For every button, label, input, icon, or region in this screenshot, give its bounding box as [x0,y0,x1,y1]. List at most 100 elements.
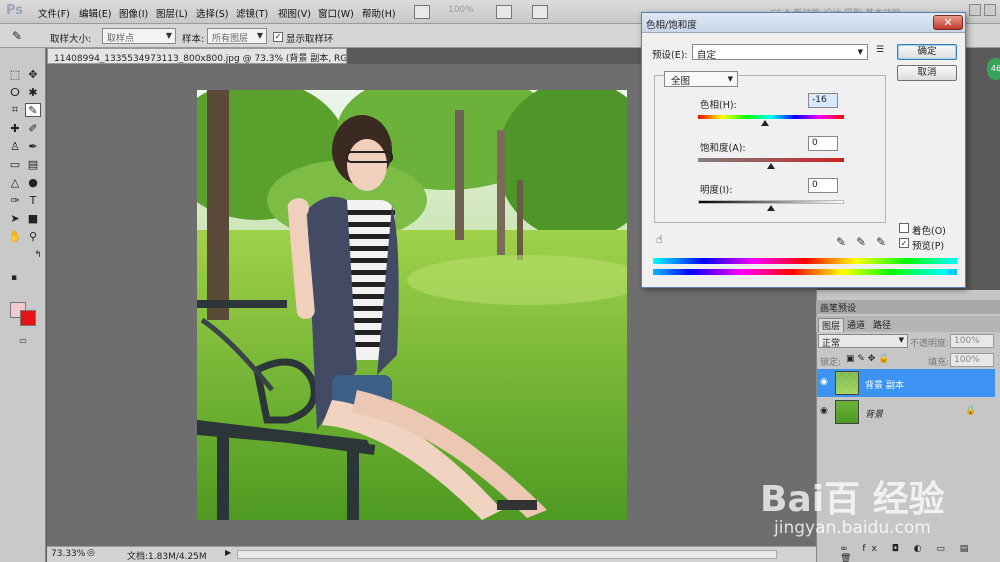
background-color-swatch[interactable] [20,310,36,326]
eyedropper-tool-icon[interactable]: ✎ [12,29,22,43]
status-bar: 73.33% ◎ 文档:1.83M/4.25M ▶ [47,546,817,562]
zoom-tool-icon[interactable]: ⚲ [25,230,41,244]
opacity-field[interactable]: 100% [950,334,994,348]
preset-label: 预设(E): [652,50,688,61]
saturation-slider[interactable] [698,158,844,162]
preview-checkbox[interactable]: ✓ [899,238,909,248]
dodge-tool-icon[interactable]: ● [25,176,41,190]
chevron-down-icon: ▼ [256,31,263,40]
layer-row-background[interactable]: ◉ 背景 🔒 [817,398,995,426]
opacity-label: 不透明度: [910,339,950,349]
saturation-label: 饱和度(A): [700,143,746,154]
chevron-down-icon: ▼ [857,48,863,56]
brush-presets-header[interactable]: 画笔预设 [816,300,1000,314]
eyedropper-icon[interactable]: ✎ [836,235,846,249]
type-tool-icon[interactable]: T [25,194,41,208]
spot-healing-icon[interactable]: ✚ [7,122,23,136]
sample-select[interactable]: 所有图层 ▼ [207,28,267,44]
menu-view[interactable]: 视图(V) [278,6,311,20]
arrange-documents-icon[interactable] [496,5,512,19]
dialog-titlebar[interactable]: 色相/饱和度 ✕ [642,13,965,33]
screen-mode-icon[interactable] [414,5,430,19]
sample-size-label: 取样大小: [50,34,92,45]
brush-tool-icon[interactable]: ✐ [25,122,41,136]
targeted-adjustment-icon[interactable]: ☝ [656,233,663,246]
eyedropper-plus-icon[interactable]: ✎ [856,235,866,249]
menu-help[interactable]: 帮助(H) [362,6,396,20]
menu-window[interactable]: 窗口(W) [318,6,354,20]
zoom-level-combo[interactable]: 100% [448,5,484,19]
lock-icons[interactable]: ▣ ✎ ✥ 🔒 [846,354,889,364]
cancel-button[interactable]: 取消 [897,65,957,81]
hue-field[interactable]: -16 [808,93,838,108]
eraser-tool-icon[interactable]: ▭ [7,158,23,172]
lightness-slider-thumb[interactable] [767,205,775,211]
lightness-slider[interactable] [698,200,844,204]
blend-mode-select[interactable]: 正常 ▼ [818,334,908,349]
colorize-checkbox[interactable] [899,223,909,233]
marquee-tool-icon[interactable]: ⬚ [7,68,23,82]
lasso-tool-icon[interactable]: ⵔ [7,86,23,100]
fill-field[interactable]: 100% [950,353,994,367]
document-image[interactable] [197,90,627,520]
tab-channels[interactable]: 通道 [844,318,868,331]
tools-panel: ⬚ ✥ ⵔ ✱ ⌗ ✎ ✚ ✐ ♙ ✒ ▭ ▤ △ ● ✑ T ➤ ■ ✋ ⚲ … [0,48,46,562]
menu-layer[interactable]: 图层(L) [156,6,188,20]
layer-name: 背景 副本 [865,381,904,391]
watermark-url: jingyan.baidu.com [774,518,931,538]
source-color-bar [653,258,957,264]
menu-file[interactable]: 文件(F) [38,6,70,20]
hand-tool-icon[interactable]: ✋ [7,230,23,244]
hue-saturation-dialog: 色相/饱和度 ✕ 预设(E): 自定 ▼ ☰ 确定 取消 全图 ▼ 色相(H):… [641,12,966,288]
sample-size-select[interactable]: 取样点 ▼ [102,28,176,44]
default-colors-icon[interactable]: ▪ [6,271,22,285]
move-tool-icon[interactable]: ✥ [25,68,41,82]
swap-colors-icon[interactable]: ↰ [30,248,46,262]
saturation-slider-thumb[interactable] [767,163,775,169]
channel-select[interactable]: 全图 ▼ [664,71,738,87]
blur-tool-icon[interactable]: △ [7,176,23,190]
lightness-field[interactable]: 0 [808,178,838,193]
gradient-tool-icon[interactable]: ▤ [25,158,41,172]
document-tab[interactable]: 11408994_1335534973113_800x800.jpg @ 73.… [47,48,347,64]
crop-tool-icon[interactable]: ⌗ [7,103,23,117]
eyedropper-minus-icon[interactable]: ✎ [876,235,886,249]
status-menu-icon[interactable]: ◎ [87,548,95,558]
screen-mode-menu-icon[interactable] [532,5,548,19]
menu-filter[interactable]: 滤镜(T) [236,6,268,20]
saturation-field[interactable]: 0 [808,136,838,151]
path-selection-icon[interactable]: ➤ [7,212,23,226]
horizontal-scrollbar[interactable] [237,550,777,559]
hue-slider[interactable] [698,115,844,119]
maximize-icon[interactable] [984,4,996,16]
zoom-readout[interactable]: 73.33% [51,549,85,559]
magic-wand-icon[interactable]: ✱ [25,86,41,100]
preset-options-icon[interactable]: ☰ [876,45,884,55]
menu-image[interactable]: 图像(I) [119,6,148,20]
quick-mask-icon[interactable]: ▭ [14,334,32,348]
menu-edit[interactable]: 编辑(E) [79,6,111,20]
close-icon[interactable]: ✕ [933,15,963,30]
baidu-watermark: Bai百 经验 [760,479,945,520]
show-ring-checkbox[interactable]: ✓ [273,32,283,42]
preset-select[interactable]: 自定 ▼ [692,44,868,61]
pen-tool-icon[interactable]: ✑ [7,194,23,208]
history-brush-icon[interactable]: ✒ [25,140,41,154]
clone-stamp-icon[interactable]: ♙ [7,140,23,154]
tab-paths[interactable]: 路径 [870,318,894,331]
layer-row-background-copy[interactable]: ◉ 背景 副本 [817,369,995,397]
eye-icon[interactable]: ◉ [820,406,828,416]
menu-select[interactable]: 选择(S) [196,6,228,20]
chevron-down-icon: ▼ [898,336,904,344]
eyedropper-icon[interactable]: ✎ [25,103,41,117]
shape-tool-icon[interactable]: ■ [25,212,41,226]
document-title: 11408994_1335534973113_800x800.jpg @ 73.… [54,54,347,64]
ok-button[interactable]: 确定 [897,44,957,60]
lightness-label: 明度(I): [700,185,733,196]
layer-actions[interactable]: ∞ fx ◘ ◐ ▭ ▤ 🗑 [840,544,990,562]
eye-icon[interactable]: ◉ [820,377,828,387]
status-arrow-icon[interactable]: ▶ [225,548,231,557]
tab-layers[interactable]: 图层 [818,318,845,332]
minimize-icon[interactable] [968,4,981,16]
hue-slider-thumb[interactable] [760,120,769,126]
